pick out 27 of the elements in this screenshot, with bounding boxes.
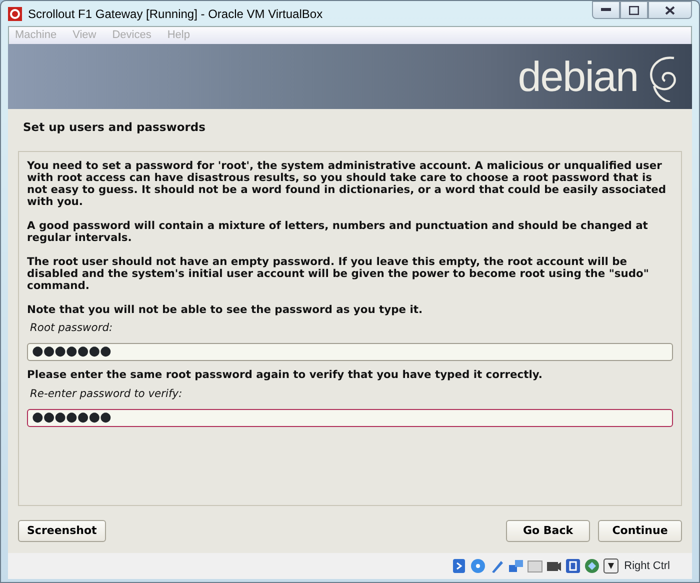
app-icon (8, 6, 22, 20)
host-key-label: Right Ctrl (624, 558, 670, 574)
field-label: Root password: (30, 320, 114, 336)
logo-text: debian (518, 56, 638, 98)
arrow-down-icon (603, 558, 620, 574)
instruction-text: Please enter the same root password again to verify that you have typed it correctly. (27, 367, 544, 384)
shared-folder-icon (527, 558, 544, 574)
field-label: Re-enter password to verify: (30, 386, 184, 402)
minimize-icon (601, 8, 611, 12)
maximize-icon (629, 6, 639, 14)
back-button[interactable]: Go Back (506, 520, 590, 542)
continue-button[interactable]: Continue (598, 520, 682, 542)
instruction-text: You need to set a password for 'root', the system administrative account. A malicious or unqualified user with root access can have disastrous results, so you should take care to choose a root password that is not easy to guess. It should not be a word found in dictionaries, or a word that could be easily associated with you. (27, 160, 668, 208)
step-heading: Set up users and passwords (23, 119, 206, 136)
password-field[interactable]: ●●●●●●● (27, 409, 673, 428)
close-icon (665, 6, 675, 14)
instruction-text: The root user should not have an empty password. If you leave this empty, the root account will be disabled and the system's initial user account will be given the power to become root using the "sudo" command. (27, 256, 650, 292)
optical-disc-icon (470, 558, 486, 574)
close-button[interactable] (648, 1, 692, 19)
instruction-text: Note that you will not be able to see the password as you type it. (27, 304, 424, 316)
minimize-button[interactable] (592, 1, 620, 19)
instruction-text: A good password will contain a mixture of letters, numbers and punctuation and should be changed at regular intervals. (27, 220, 649, 244)
window-title: Scrollout F1 Gateway [Running] - Oracle VM VirtualBox (28, 6, 323, 22)
password-field[interactable]: ●●●●●●● (27, 343, 673, 362)
maximize-button[interactable] (620, 1, 648, 19)
screenshot-button[interactable]: Screenshot (18, 520, 106, 542)
network-icon (508, 558, 524, 574)
